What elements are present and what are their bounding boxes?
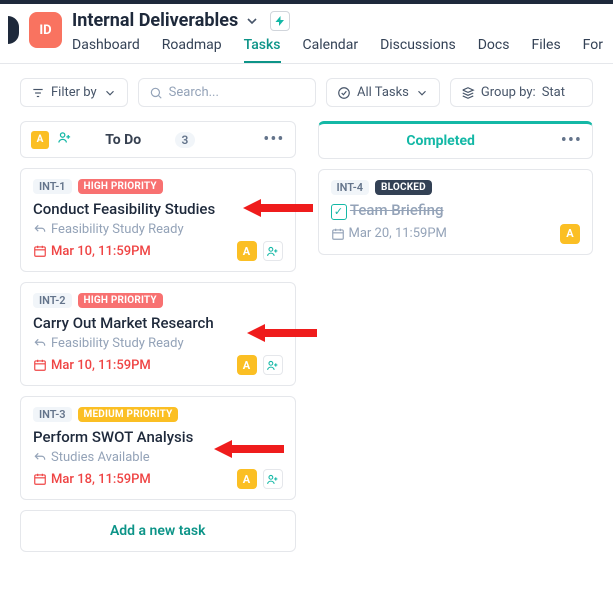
column-menu-button[interactable]: •••	[561, 132, 582, 150]
task-title: ✓ Team Briefing	[331, 201, 581, 220]
tab-more[interactable]: For	[583, 37, 603, 63]
due-date: Mar 10, 11:59PM	[33, 358, 151, 373]
task-card[interactable]: INT-4 BLOCKED ✓ Team Briefing Mar 20, 11…	[318, 169, 594, 255]
column-completed: Completed ••• INT-4 BLOCKED ✓ Team Brief…	[318, 121, 594, 255]
due-date: Mar 18, 11:59PM	[33, 472, 151, 487]
due-date: Mar 20, 11:59PM	[331, 226, 447, 241]
priority-badge: MEDIUM PRIORITY	[78, 407, 179, 422]
assignee-badge[interactable]: A	[560, 224, 580, 244]
tab-calendar[interactable]: Calendar	[303, 37, 359, 63]
priority-badge: HIGH PRIORITY	[78, 293, 163, 308]
calendar-icon	[331, 227, 345, 241]
groupby-value: Stat	[542, 85, 565, 100]
calendar-icon	[33, 358, 47, 372]
annotation-arrow	[214, 438, 284, 460]
column-header-completed[interactable]: Completed •••	[318, 121, 594, 159]
column-menu-button[interactable]: •••	[263, 131, 284, 149]
column-count: 3	[175, 132, 196, 148]
tab-roadmap[interactable]: Roadmap	[162, 37, 222, 63]
chevron-down-icon[interactable]	[244, 13, 260, 29]
add-assignee-button[interactable]	[263, 469, 283, 489]
calendar-icon	[33, 244, 47, 258]
task-id: INT-1	[33, 179, 72, 194]
tab-dashboard[interactable]: Dashboard	[72, 37, 140, 63]
tab-files[interactable]: Files	[531, 37, 560, 63]
assignee-badge[interactable]: A	[237, 241, 257, 261]
add-assignee-button[interactable]	[263, 355, 283, 375]
add-assignee-icon[interactable]	[57, 130, 72, 149]
column-header-todo[interactable]: A To Do 3 •••	[20, 121, 296, 158]
project-avatar: ID	[29, 12, 62, 48]
column-title: To Do	[80, 132, 167, 148]
task-card[interactable]: INT-1 HIGH PRIORITY Conduct Feasibility …	[20, 168, 296, 272]
column-title: Completed	[329, 133, 553, 149]
add-task-button[interactable]: Add a new task	[20, 510, 296, 552]
groupby-label: Group by:	[481, 85, 536, 100]
task-dependency: Feasibility Study Ready	[33, 336, 283, 351]
calendar-icon	[33, 472, 47, 486]
assignee-badge[interactable]: A	[237, 469, 257, 489]
filter-button[interactable]: Filter by	[20, 78, 128, 107]
assignee-badge[interactable]: A	[237, 355, 257, 375]
link-icon	[33, 337, 47, 351]
link-icon	[33, 223, 47, 237]
priority-badge: HIGH PRIORITY	[78, 179, 163, 194]
groupby-button[interactable]: Group by: Stat	[450, 78, 593, 107]
task-title: Carry Out Market Research	[33, 314, 283, 332]
task-id: INT-4	[331, 180, 370, 195]
due-date: Mar 10, 11:59PM	[33, 244, 151, 259]
project-tabs: Dashboard Roadmap Tasks Calendar Discuss…	[72, 37, 603, 63]
filter-label: Filter by	[51, 85, 97, 100]
search-placeholder: Search...	[169, 85, 219, 100]
filter-icon	[31, 86, 45, 100]
task-id: INT-2	[33, 293, 72, 308]
annotation-arrow	[247, 322, 317, 344]
automation-button[interactable]	[270, 11, 290, 31]
alltasks-label: All Tasks	[357, 85, 409, 100]
project-title[interactable]: Internal Deliverables	[72, 10, 238, 31]
alltasks-button[interactable]: All Tasks	[326, 78, 440, 107]
search-icon	[149, 86, 163, 100]
nav-collapse-handle[interactable]	[8, 16, 19, 44]
link-icon	[33, 451, 47, 465]
add-assignee-button[interactable]	[263, 241, 283, 261]
task-id: INT-3	[33, 407, 72, 422]
tab-docs[interactable]: Docs	[478, 37, 510, 63]
chevron-down-icon	[103, 86, 117, 100]
task-dependency: Feasibility Study Ready	[33, 222, 283, 237]
checkbox-icon[interactable]: ✓	[331, 204, 347, 220]
assignee-badge: A	[31, 131, 49, 149]
search-input[interactable]: Search...	[138, 78, 316, 107]
chevron-down-icon	[415, 86, 429, 100]
tab-discussions[interactable]: Discussions	[380, 37, 456, 63]
tab-tasks[interactable]: Tasks	[244, 37, 281, 63]
priority-badge: BLOCKED	[375, 180, 432, 195]
annotation-arrow	[243, 197, 313, 219]
stack-icon	[461, 86, 475, 100]
check-circle-icon	[337, 86, 351, 100]
